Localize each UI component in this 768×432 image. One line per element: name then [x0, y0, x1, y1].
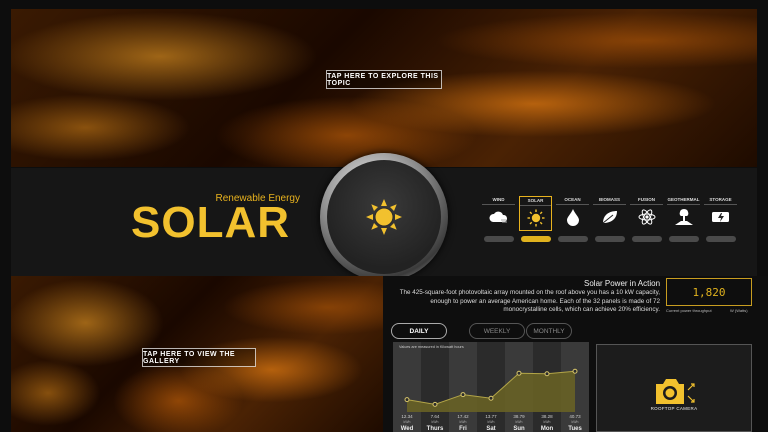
topic-indicator — [631, 236, 662, 242]
topic-indicator — [557, 236, 588, 242]
camera-label: ROOFTOP CAMERA — [650, 406, 698, 411]
topic-label: OCEAN — [564, 197, 581, 202]
rooftop-camera-panel[interactable]: ROOFTOP CAMERA — [596, 344, 752, 432]
chart-category-label: Tues — [568, 426, 582, 432]
chart-value-label: 38.28 — [541, 414, 553, 419]
topic-biomass[interactable]: BIOMASS — [591, 196, 628, 256]
camera-icon — [656, 379, 695, 404]
topic-label: FUSION — [637, 197, 655, 202]
leaf-icon — [593, 204, 626, 229]
topic-box: BIOMASS — [593, 196, 626, 231]
topic-indicator — [705, 236, 736, 242]
chart-point — [460, 392, 466, 398]
chart-unit-label: kWh — [572, 420, 579, 424]
topic-indicator — [520, 236, 551, 242]
tab-weekly[interactable]: WEEKLY — [469, 323, 525, 339]
chart-category-label: Thurs — [427, 426, 444, 432]
view-gallery-button[interactable]: TAP HERE TO VIEW THE GALLERY — [142, 348, 256, 367]
topic-solar[interactable]: SOLAR — [517, 196, 554, 256]
chart-category-label: Sun — [513, 426, 525, 432]
action-description: The 425-square-foot photovoltaic array m… — [399, 289, 660, 314]
chart-unit-label: kWh — [488, 420, 495, 424]
chart-unit-label: kWh — [516, 420, 523, 424]
chart-value-label: 12.34 — [401, 414, 413, 419]
battery-icon — [704, 204, 737, 229]
topic-indicator — [594, 236, 625, 242]
tab-daily[interactable]: DAILY — [391, 323, 447, 339]
topic-label: GEOTHERMAL — [667, 197, 700, 202]
chart-category-label: Fri — [459, 426, 467, 432]
topic-box: OCEAN — [556, 196, 589, 231]
water-drop-icon — [556, 204, 589, 229]
topic-box: SOLAR — [519, 196, 552, 231]
chart-unit-label: kWh — [544, 420, 551, 424]
sun-icon — [366, 199, 402, 235]
chart-unit-label: kWh — [404, 420, 411, 424]
topic-indicator — [668, 236, 699, 242]
chart-value-label: 17.42 — [457, 414, 469, 419]
sun-icon — [520, 205, 551, 230]
chart-point — [432, 401, 438, 407]
chart-category-label: Mon — [541, 426, 554, 432]
chart-value-label: 38.79 — [513, 414, 525, 419]
topic-label: SOLAR — [527, 198, 544, 203]
topic-ocean[interactable]: OCEAN — [554, 196, 591, 256]
cloud-wind-icon — [482, 204, 515, 229]
topic-geothermal[interactable]: GEOTHERMAL — [665, 196, 702, 256]
topic-indicator — [483, 236, 514, 242]
page-title: SOLAR — [131, 198, 290, 247]
power-caption: Current power throughput — [666, 308, 712, 313]
topic-box: WIND — [482, 196, 515, 231]
power-value: 1,820 — [692, 285, 726, 299]
topic-nav: WIND SOLAR OCEAN BIOMASS FUSION GEOTHERM… — [480, 196, 739, 256]
topic-box: STORAGE — [704, 196, 737, 231]
power-counter: 1,820 — [666, 278, 752, 306]
chart-category-label: Sat — [486, 426, 495, 432]
chart-area — [407, 371, 575, 412]
chart-unit-label: kWh — [460, 420, 467, 424]
hub-center — [327, 160, 441, 274]
atom-icon — [630, 204, 663, 229]
chart-point — [544, 371, 550, 377]
action-title: Solar Power in Action — [584, 279, 661, 288]
chart-value-label: 7.64 — [431, 414, 440, 419]
topic-box: GEOTHERMAL — [667, 196, 700, 231]
topic-label: BIOMASS — [598, 197, 620, 202]
chart-point — [572, 368, 578, 374]
chart-value-label: 40.73 — [569, 414, 581, 419]
tab-monthly[interactable]: MONTHLY — [526, 323, 572, 339]
chart-point — [404, 397, 410, 403]
chart-plot: 12.34kWhWed7.64kWhThurs17.42kWhFri13.77k… — [393, 342, 589, 432]
chart-point — [516, 370, 522, 376]
chart-unit-label: kWh — [432, 420, 439, 424]
chart-point — [488, 395, 494, 401]
topic-label: STORAGE — [709, 197, 732, 202]
topic-wind[interactable]: WIND — [480, 196, 517, 256]
topic-fusion[interactable]: FUSION — [628, 196, 665, 256]
topic-box: FUSION — [630, 196, 663, 231]
topic-hub — [320, 153, 448, 281]
power-unit: W (Watts) — [730, 308, 748, 313]
chart-category-label: Wed — [401, 426, 414, 432]
topic-storage[interactable]: STORAGE — [702, 196, 739, 256]
geyser-icon — [667, 204, 700, 229]
chart-value-label: 13.77 — [485, 414, 497, 419]
energy-chart: 12.34 kWh Wed 7.64 kWh Thurs 17.42 kWh Fri 13.77 k… — [393, 342, 589, 432]
chart-note: Values are measured in Kilowatt hours — [399, 345, 464, 349]
topic-label: WIND — [492, 197, 505, 202]
explore-topic-button[interactable]: TAP HERE TO EXPLORE THIS TOPIC — [326, 70, 442, 89]
